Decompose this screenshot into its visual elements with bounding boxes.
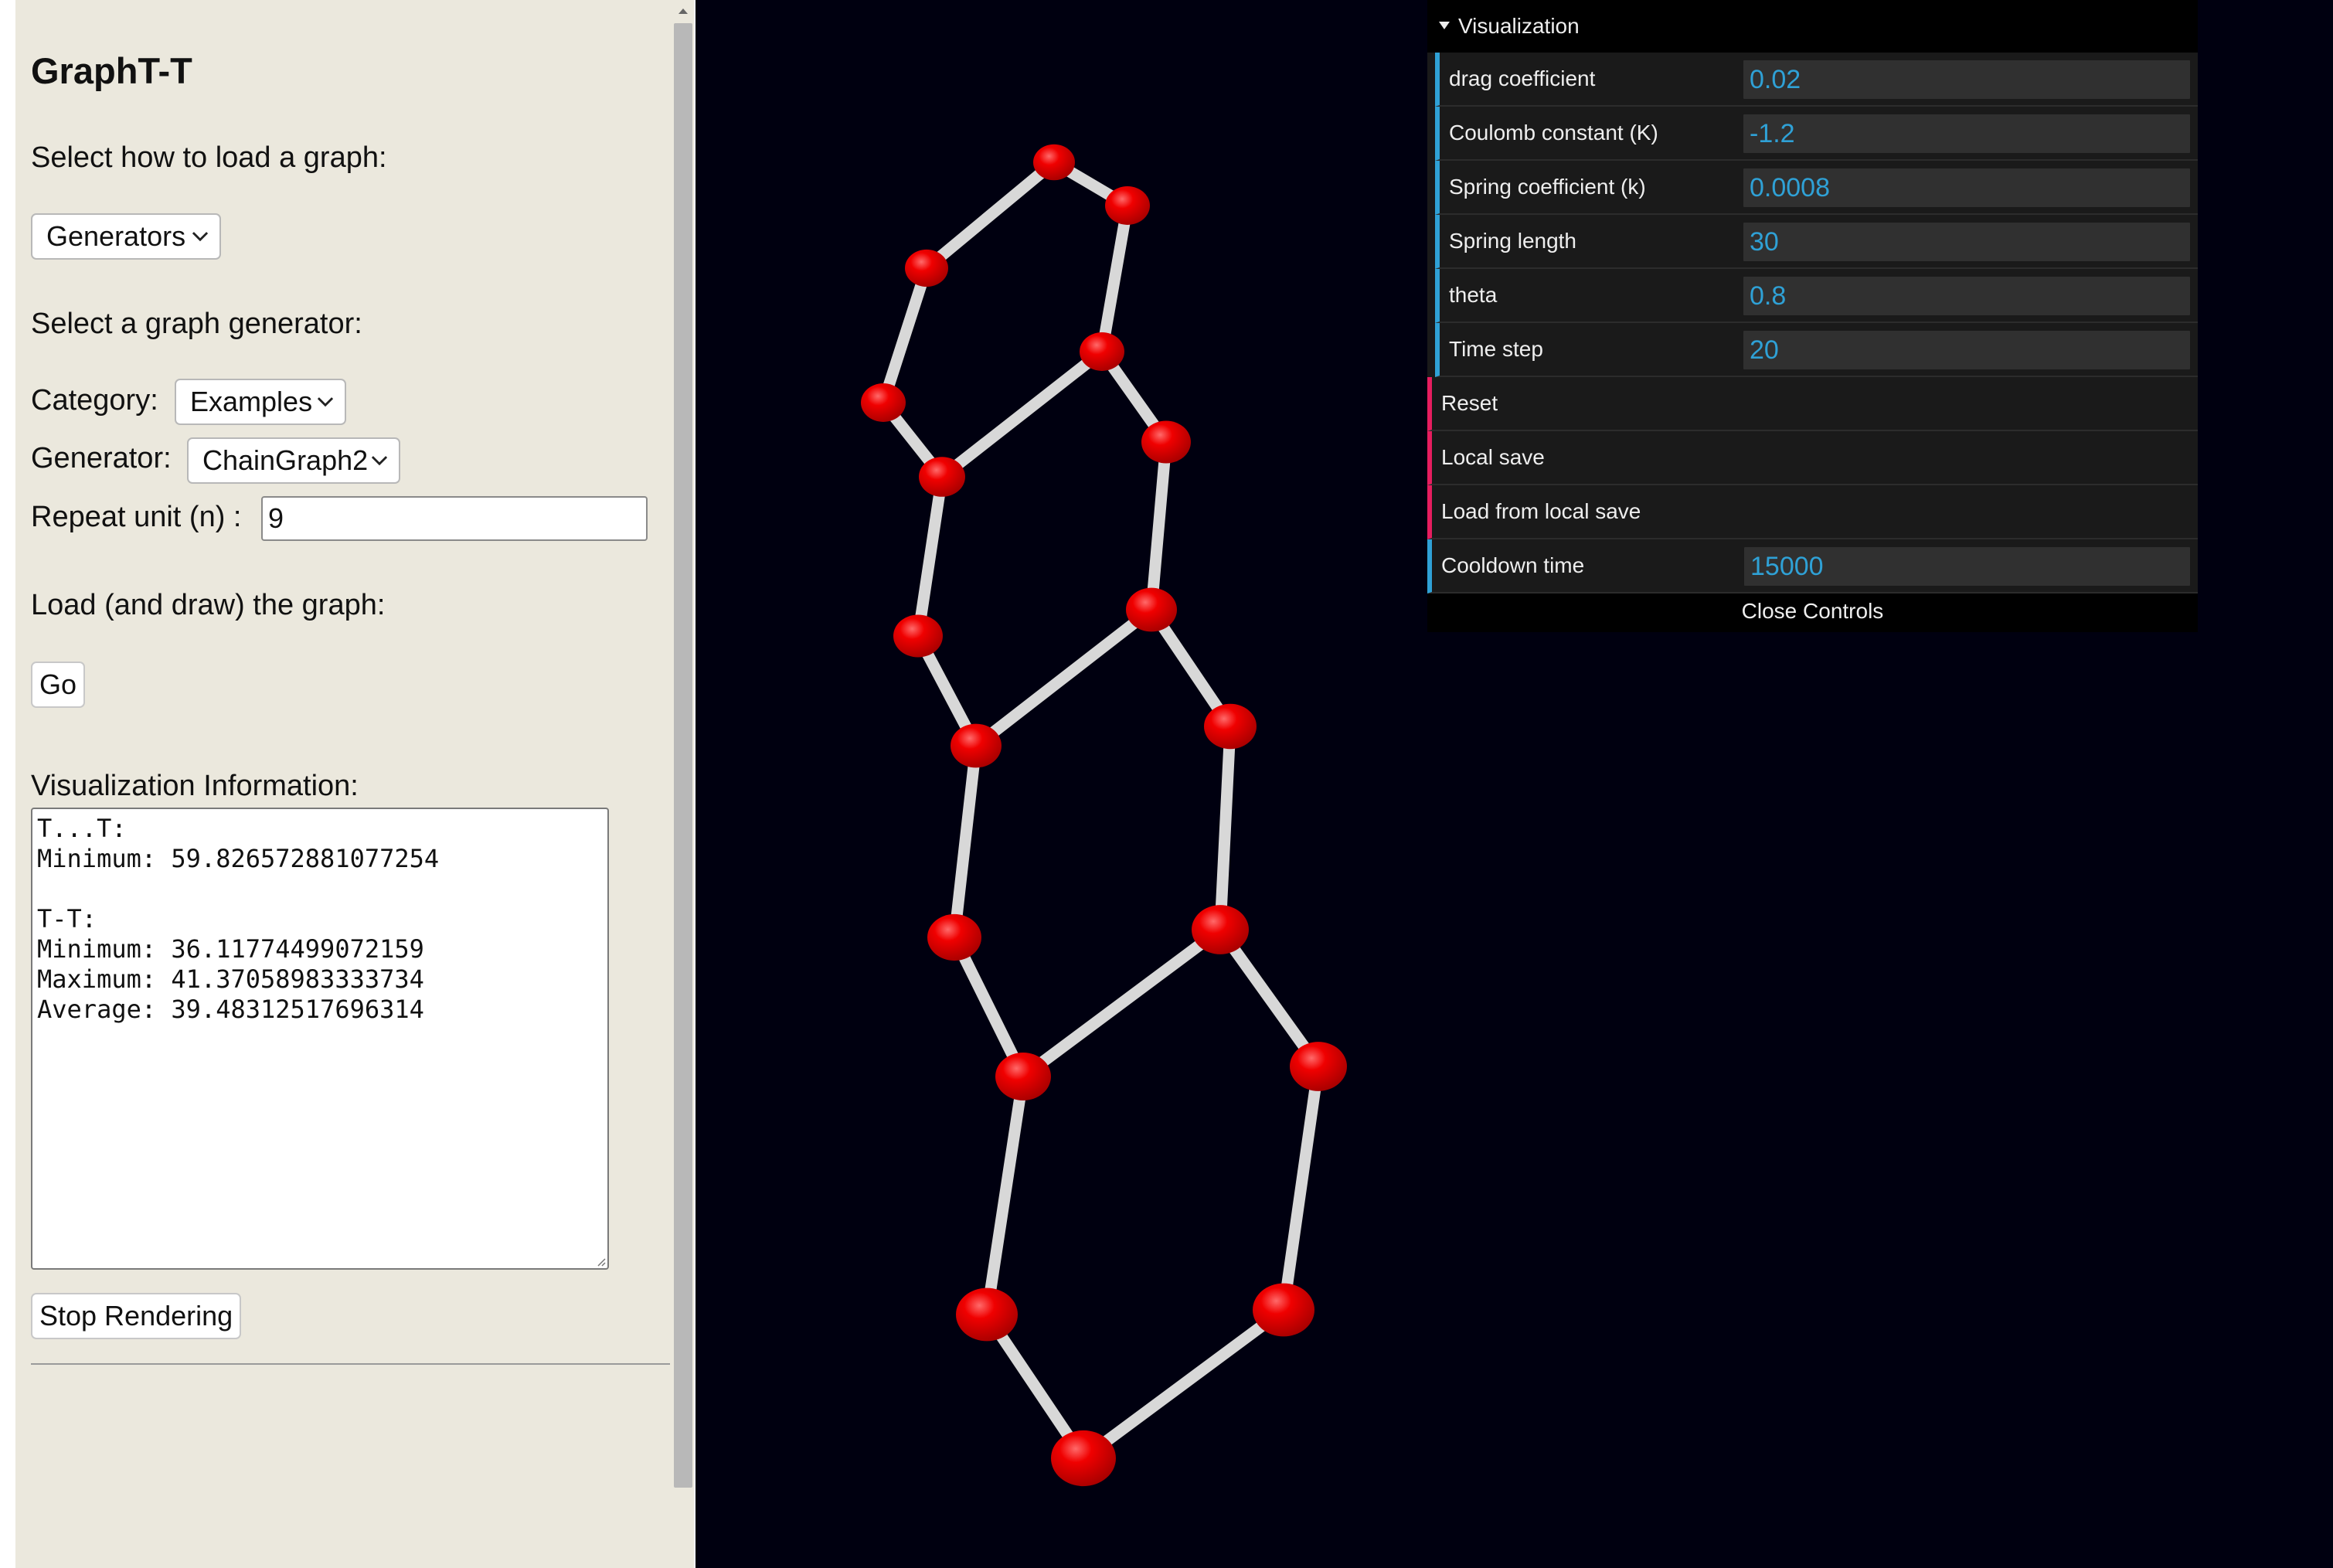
param-input[interactable]: 15000 xyxy=(1744,547,2190,586)
graph-node[interactable] xyxy=(951,723,1002,768)
local-save-button[interactable]: Local save xyxy=(1427,431,2198,485)
graph-node[interactable] xyxy=(1141,420,1191,464)
graph-edge xyxy=(948,740,982,944)
param-input[interactable]: 20 xyxy=(1743,331,2190,369)
close-controls-button[interactable]: Close Controls xyxy=(1427,594,2198,632)
category-value: Examples xyxy=(190,386,313,417)
graph-edge xyxy=(970,604,1158,752)
param-input[interactable]: -1.2 xyxy=(1743,114,2190,153)
graph-edge xyxy=(920,156,1060,274)
graph-node[interactable] xyxy=(956,1287,1018,1342)
graph-node[interactable] xyxy=(1204,703,1257,750)
graph-node[interactable] xyxy=(905,249,948,287)
generator-heading: Select a graph generator: xyxy=(31,308,362,340)
param-theta: theta 0.8 xyxy=(1435,269,2198,323)
action-label: Reset xyxy=(1441,391,1498,415)
param-input[interactable]: 0.0008 xyxy=(1743,168,2190,207)
param-coulomb-constant: Coulomb constant (K) -1.2 xyxy=(1435,107,2198,161)
graph-node[interactable] xyxy=(927,913,981,961)
graph-edge xyxy=(912,471,948,642)
param-input[interactable]: 30 xyxy=(1743,223,2190,261)
param-cooldown-time: Cooldown time 15000 xyxy=(1427,539,2198,594)
chevron-down-icon xyxy=(192,232,209,242)
graph-edge xyxy=(1017,923,1226,1083)
graph-node[interactable] xyxy=(1033,144,1075,181)
param-input[interactable]: 0.02 xyxy=(1743,60,2190,99)
graph-edge xyxy=(936,345,1108,483)
graph-edge xyxy=(981,1070,1029,1321)
graph-nodes xyxy=(861,144,1347,1487)
action-label: Local save xyxy=(1441,445,1545,469)
graph-edge xyxy=(1277,1060,1325,1316)
graph-node[interactable] xyxy=(1253,1283,1314,1337)
left-panel: GraphT-T Select how to load a graph: Gen… xyxy=(0,0,672,1568)
reset-button[interactable]: Reset xyxy=(1427,377,2198,431)
param-spring-coefficient: Spring coefficient (k) 0.0008 xyxy=(1435,161,2198,215)
repeat-unit-label: Repeat unit (n) : xyxy=(31,501,242,533)
graph-node[interactable] xyxy=(893,614,943,658)
graph-node[interactable] xyxy=(1105,186,1150,225)
param-input[interactable]: 0.8 xyxy=(1743,277,2190,315)
page-title: GraphT-T xyxy=(31,50,192,91)
param-label: Coulomb constant (K) xyxy=(1449,121,1658,145)
param-time-step: Time step 20 xyxy=(1435,323,2198,377)
visualization-controls: Visualization drag coefficient 0.02 Coul… xyxy=(1427,0,2198,632)
visualization-info-label: Visualization Information: xyxy=(31,770,359,802)
scroll-up-arrow-icon[interactable] xyxy=(675,5,691,17)
scrollbar-thumb[interactable] xyxy=(674,23,692,1488)
category-select[interactable]: Examples xyxy=(175,379,346,425)
stop-rendering-button[interactable]: Stop Rendering xyxy=(31,1293,242,1339)
param-label: drag coefficient xyxy=(1449,66,1596,90)
graph-node[interactable] xyxy=(1051,1430,1116,1487)
graph-node[interactable] xyxy=(1192,905,1249,954)
graph-edge xyxy=(1145,436,1172,616)
visualization-info-textarea[interactable]: T...T: Minimum: 59.826572881077254 T-T: … xyxy=(31,808,609,1270)
param-label: Spring coefficient (k) xyxy=(1449,175,1646,199)
generator-value: ChainGraph2 xyxy=(202,444,369,476)
chevron-down-icon xyxy=(317,397,334,407)
folder-title-text: Visualization xyxy=(1458,14,1580,38)
resize-grip-icon[interactable] xyxy=(593,1254,606,1267)
caret-down-icon xyxy=(1439,22,1450,29)
action-label: Load from local save xyxy=(1441,499,1641,523)
param-spring-length: Spring length 30 xyxy=(1435,215,2198,269)
graph-node[interactable] xyxy=(1080,332,1124,371)
visualization-info-text: T...T: Minimum: 59.826572881077254 T-T: … xyxy=(37,814,440,1024)
graph-node[interactable] xyxy=(995,1053,1051,1100)
param-label: Time step xyxy=(1449,337,1543,361)
graph-node[interactable] xyxy=(919,457,965,497)
load-local-save-button[interactable]: Load from local save xyxy=(1427,485,2198,539)
param-label: Spring length xyxy=(1449,229,1577,253)
graph-edge xyxy=(877,262,933,409)
draw-label: Load (and draw) the graph: xyxy=(31,589,386,621)
generator-label: Generator: xyxy=(31,442,172,474)
generator-select[interactable]: ChainGraph2 xyxy=(187,437,400,484)
category-label: Category: xyxy=(31,384,158,417)
repeat-unit-input[interactable]: 9 xyxy=(261,496,648,541)
graph-edge xyxy=(1077,1304,1290,1464)
load-method-label: Select how to load a graph: xyxy=(31,141,387,174)
graph-node[interactable] xyxy=(861,383,906,422)
param-drag-coefficient: drag coefficient 0.02 xyxy=(1435,53,2198,107)
param-label: Cooldown time xyxy=(1441,553,1585,577)
param-label: theta xyxy=(1449,283,1498,307)
divider xyxy=(31,1363,670,1365)
graph-edge xyxy=(1214,720,1236,936)
graph-node[interactable] xyxy=(1126,587,1177,632)
load-method-value: Generators xyxy=(46,220,186,252)
visualization-folder-title[interactable]: Visualization xyxy=(1427,0,2198,53)
chevron-down-icon xyxy=(371,456,388,466)
graph-node[interactable] xyxy=(1290,1042,1347,1091)
go-button[interactable]: Go xyxy=(31,662,86,708)
graph-edge xyxy=(1096,199,1134,358)
load-method-select[interactable]: Generators xyxy=(31,213,221,260)
